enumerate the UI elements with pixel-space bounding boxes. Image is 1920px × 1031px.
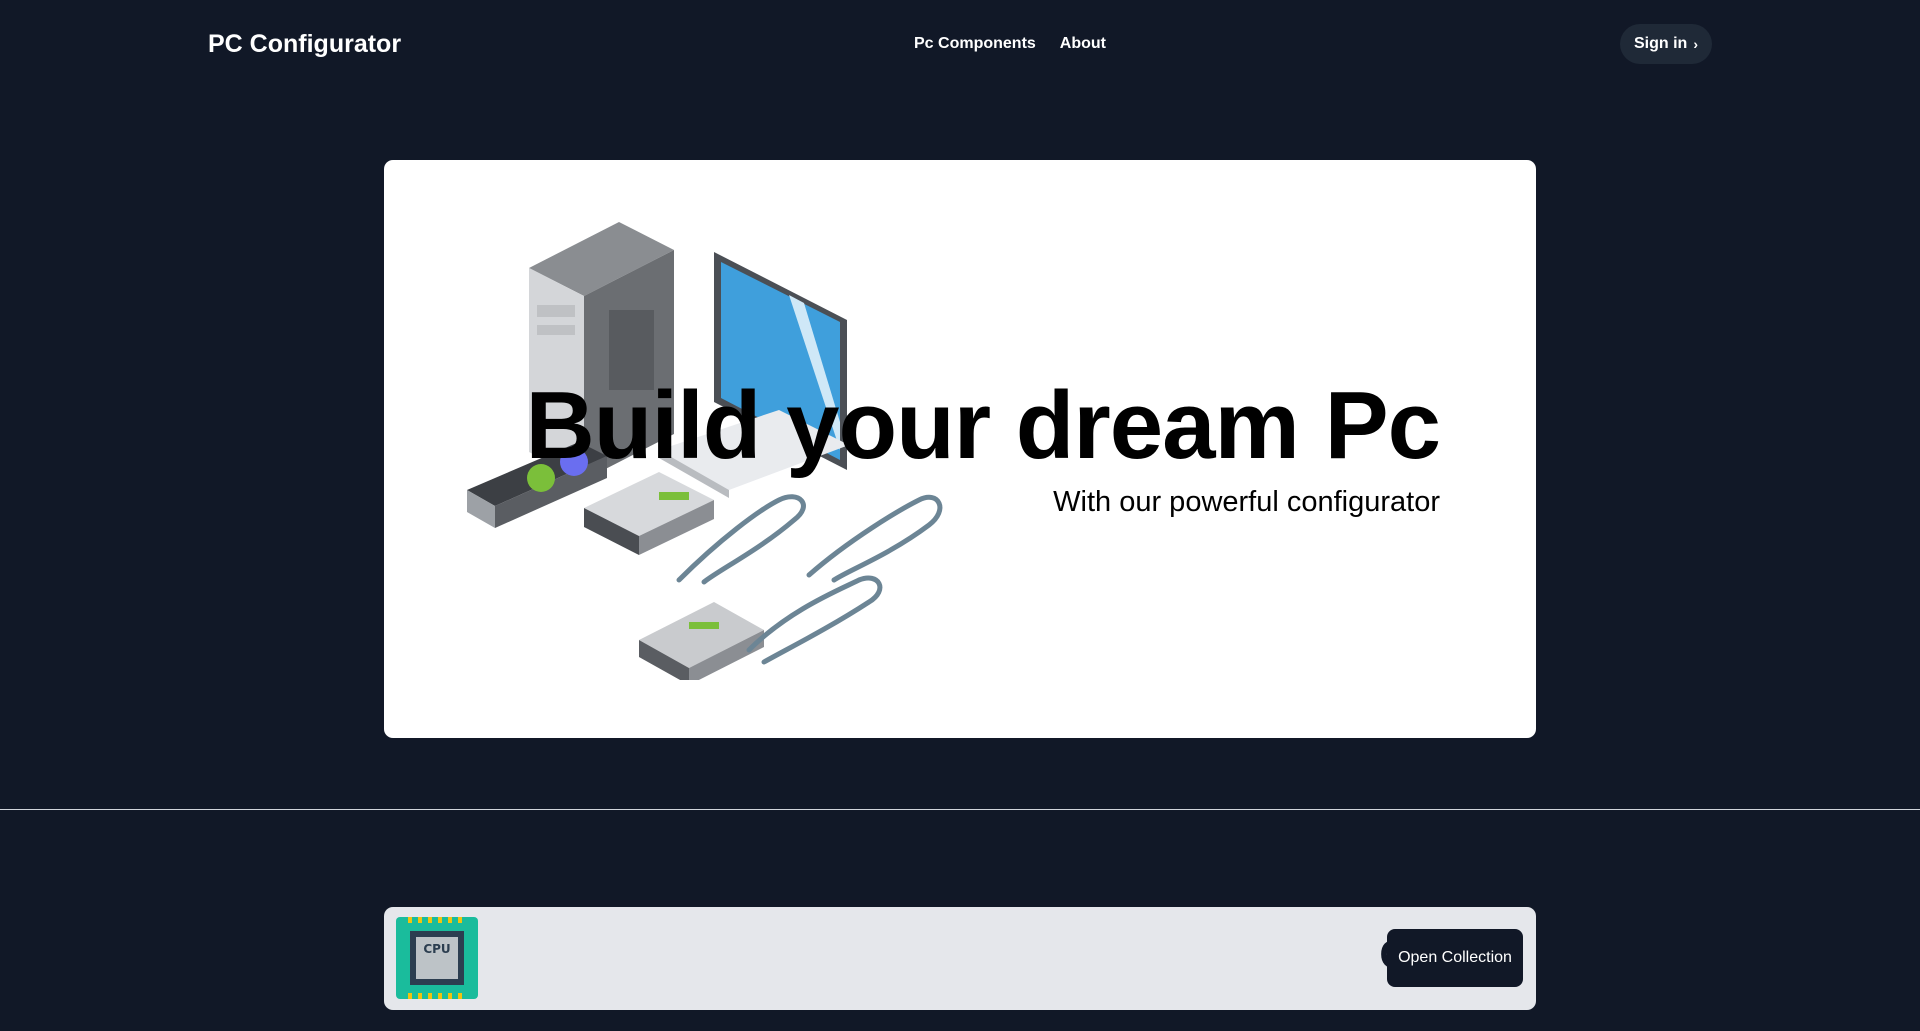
chevron-right-icon: › <box>1693 36 1698 52</box>
brand-logo[interactable]: PC Configurator <box>208 30 401 59</box>
nav-pc-components[interactable]: Pc Components <box>914 35 1036 53</box>
sign-in-button[interactable]: Sign in › <box>1620 24 1712 64</box>
cpu-icon: CPU <box>396 917 478 999</box>
hero-subtitle: With our powerful configurator <box>1053 486 1440 518</box>
open-collection-button[interactable]: Open Collection <box>1387 929 1523 987</box>
section-divider <box>0 809 1920 810</box>
sign-in-label: Sign in <box>1634 35 1688 52</box>
main-nav: Pc Components About <box>914 35 1106 53</box>
collection-card-cpu: CPU CPU Open Collection <box>384 907 1536 1010</box>
hard-drive-icon <box>639 602 764 680</box>
svg-text:CPU: CPU <box>423 942 450 956</box>
hero-card: Build your dream Pc With our powerful co… <box>384 160 1536 738</box>
site-header: PC Configurator Pc Components About Sign… <box>0 0 1920 90</box>
nav-about[interactable]: About <box>1060 35 1106 53</box>
hero-title: Build your dream Pc <box>525 372 1441 479</box>
